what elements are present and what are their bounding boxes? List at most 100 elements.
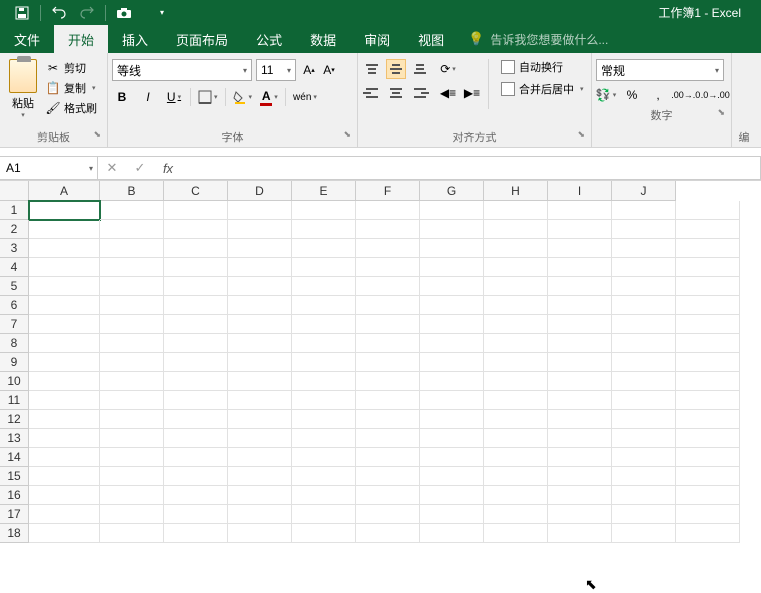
cell[interactable] [548, 505, 612, 524]
cell[interactable] [228, 258, 292, 277]
cell[interactable] [356, 296, 420, 315]
cell[interactable] [100, 391, 164, 410]
tab-formula[interactable]: 公式 [242, 25, 296, 53]
column-header[interactable]: F [356, 181, 420, 201]
cell[interactable] [612, 505, 676, 524]
cell[interactable] [676, 429, 740, 448]
cell[interactable] [420, 448, 484, 467]
cell[interactable] [484, 391, 548, 410]
cell[interactable] [228, 467, 292, 486]
indent-increase-button[interactable]: ▶≡ [462, 83, 482, 103]
cell[interactable] [676, 220, 740, 239]
cell[interactable] [356, 220, 420, 239]
cell[interactable] [164, 258, 228, 277]
cell[interactable] [100, 277, 164, 296]
cell[interactable] [29, 334, 100, 353]
cell[interactable] [420, 296, 484, 315]
cell[interactable] [612, 334, 676, 353]
cell[interactable] [29, 220, 100, 239]
cell[interactable] [292, 429, 356, 448]
cell[interactable] [676, 524, 740, 543]
cell[interactable] [356, 353, 420, 372]
redo-button[interactable] [77, 3, 97, 23]
row-header[interactable]: 15 [0, 467, 29, 486]
cell[interactable] [100, 524, 164, 543]
cell[interactable] [164, 410, 228, 429]
cell[interactable] [548, 296, 612, 315]
align-bottom-button[interactable] [410, 59, 430, 79]
align-left-button[interactable] [362, 83, 382, 103]
row-header[interactable]: 1 [0, 201, 29, 220]
cell[interactable] [676, 486, 740, 505]
cell[interactable] [292, 296, 356, 315]
cell[interactable] [484, 220, 548, 239]
cell[interactable] [29, 486, 100, 505]
font-color-button[interactable]: A [259, 87, 279, 107]
cell[interactable] [484, 448, 548, 467]
cell[interactable] [548, 467, 612, 486]
select-all-corner[interactable] [0, 181, 29, 201]
cell[interactable] [292, 467, 356, 486]
row-header[interactable]: 16 [0, 486, 29, 505]
cell[interactable] [292, 372, 356, 391]
cell[interactable] [100, 220, 164, 239]
cell[interactable] [100, 258, 164, 277]
cell[interactable] [100, 429, 164, 448]
cell[interactable] [228, 353, 292, 372]
column-header[interactable]: B [100, 181, 164, 201]
cell[interactable] [29, 505, 100, 524]
column-header[interactable]: A [29, 181, 100, 201]
cell[interactable] [548, 410, 612, 429]
cell[interactable] [164, 334, 228, 353]
cell[interactable] [292, 391, 356, 410]
border-button[interactable] [197, 87, 219, 107]
cell[interactable] [228, 296, 292, 315]
cell[interactable] [164, 315, 228, 334]
cell[interactable] [228, 277, 292, 296]
cell[interactable] [484, 334, 548, 353]
cell[interactable] [484, 410, 548, 429]
cell[interactable] [356, 467, 420, 486]
cell[interactable] [356, 258, 420, 277]
fx-button[interactable]: fx [154, 161, 182, 176]
cell[interactable] [676, 353, 740, 372]
row-header[interactable]: 4 [0, 258, 29, 277]
cell[interactable] [292, 486, 356, 505]
cell[interactable] [228, 201, 292, 220]
align-top-button[interactable] [362, 59, 382, 79]
cell[interactable] [29, 372, 100, 391]
cell[interactable] [676, 372, 740, 391]
cut-button[interactable]: ✂剪切 [44, 59, 99, 77]
cell[interactable] [228, 429, 292, 448]
cell[interactable] [164, 448, 228, 467]
bold-button[interactable]: B [112, 87, 132, 107]
comma-button[interactable]: , [648, 85, 668, 105]
cell[interactable] [484, 524, 548, 543]
cell[interactable] [164, 486, 228, 505]
cell[interactable] [420, 220, 484, 239]
cell[interactable] [484, 315, 548, 334]
cell[interactable] [29, 239, 100, 258]
cell[interactable] [548, 258, 612, 277]
cell[interactable] [164, 277, 228, 296]
column-header[interactable]: D [228, 181, 292, 201]
enter-formula-button[interactable]: ✓ [126, 160, 154, 176]
column-header[interactable]: I [548, 181, 612, 201]
cell[interactable] [676, 258, 740, 277]
decrease-decimal-button[interactable]: .0→.00 [704, 85, 728, 105]
shrink-font-button[interactable]: A▾ [320, 60, 338, 80]
formula-input[interactable] [182, 156, 761, 180]
cell[interactable] [29, 201, 100, 220]
cell[interactable] [100, 448, 164, 467]
cell[interactable] [356, 239, 420, 258]
cell[interactable] [100, 334, 164, 353]
merge-center-button[interactable]: 合并后居中▾ [501, 81, 584, 97]
row-header[interactable]: 9 [0, 353, 29, 372]
cell[interactable] [548, 448, 612, 467]
cell[interactable] [29, 448, 100, 467]
cell[interactable] [100, 315, 164, 334]
cell[interactable] [356, 429, 420, 448]
cell[interactable] [548, 201, 612, 220]
clipboard-launcher[interactable]: ⬊ [93, 129, 101, 140]
cell[interactable] [420, 315, 484, 334]
